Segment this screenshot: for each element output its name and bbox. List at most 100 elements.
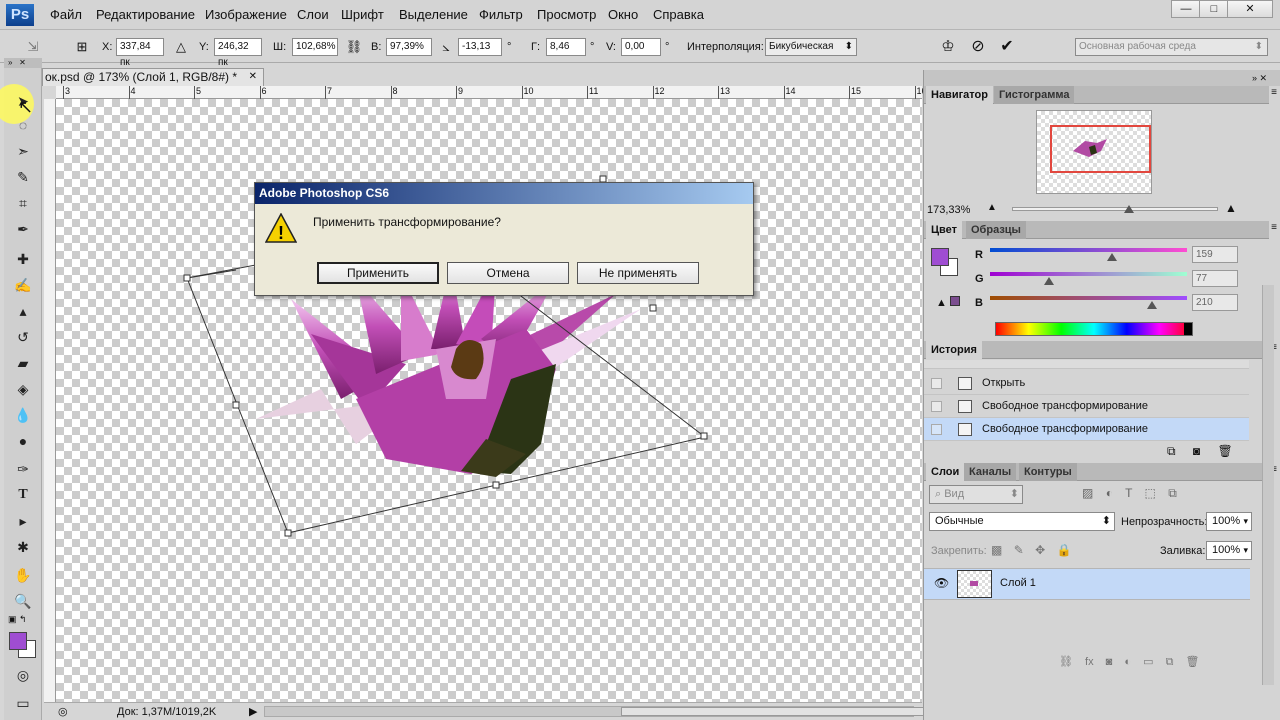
new-document-icon[interactable]: ⧉: [1167, 444, 1176, 458]
layer-style-icon[interactable]: fx: [1085, 656, 1094, 668]
default-colors-icon[interactable]: ▣ ↰: [8, 614, 27, 625]
type-filter-icon[interactable]: T: [1125, 486, 1132, 500]
green-value-field[interactable]: 77: [1192, 270, 1238, 287]
history-brush-checkbox[interactable]: [931, 378, 942, 389]
layer-filter-select[interactable]: ⌕ Вид ⬍: [929, 485, 1023, 504]
quick-mask-icon[interactable]: ◎: [10, 664, 36, 686]
eyedropper-tool-icon[interactable]: ✒: [10, 218, 36, 240]
status-arrow-icon[interactable]: ▶: [249, 705, 257, 718]
foreground-color-swatch[interactable]: [9, 632, 27, 650]
blue-value-field[interactable]: 210: [1192, 294, 1238, 311]
transform-handle[interactable]: [183, 274, 191, 282]
navigator-zoom-value[interactable]: 173,33%: [927, 204, 970, 216]
brush-tool-icon[interactable]: ✍: [10, 274, 36, 296]
close-tab-icon[interactable]: ✕: [249, 69, 257, 85]
scroll-thumb[interactable]: [621, 707, 941, 716]
apply-button[interactable]: Применить: [317, 262, 439, 284]
green-slider[interactable]: [990, 272, 1187, 276]
zoom-tool-icon[interactable]: 🔍: [10, 590, 36, 612]
menu-help[interactable]: Справка: [653, 7, 704, 22]
transform-handle[interactable]: [284, 529, 292, 537]
history-item-selected[interactable]: Свободное трансформирование: [924, 418, 1249, 441]
menu-select[interactable]: Выделение: [399, 7, 468, 22]
crop-tool-icon[interactable]: ⌗: [10, 192, 36, 214]
vskew-field[interactable]: 0,00: [621, 38, 661, 56]
transform-handle[interactable]: [232, 401, 240, 409]
gamut-warning-icon[interactable]: ▲: [936, 296, 960, 309]
document-tab[interactable]: ок.psd @ 173% (Слой 1, RGB/8#) * ✕: [42, 68, 264, 86]
hskew-field[interactable]: 8,46: [546, 38, 586, 56]
dont-apply-button[interactable]: Не применять: [577, 262, 699, 284]
height-field[interactable]: 97,39%: [386, 38, 432, 56]
tab-paths[interactable]: Контуры: [1019, 463, 1077, 481]
x-field[interactable]: 337,84 пк: [116, 38, 164, 68]
delete-layer-icon[interactable]: 🗑: [1185, 656, 1199, 668]
menu-image[interactable]: Изображение: [205, 7, 287, 22]
panel-scrollbar[interactable]: [1262, 285, 1274, 685]
menu-window[interactable]: Окно: [608, 7, 638, 22]
menu-layers[interactable]: Слои: [297, 7, 329, 22]
close-window-button[interactable]: ✕: [1227, 0, 1273, 18]
tab-channels[interactable]: Каналы: [964, 463, 1017, 481]
tab-history[interactable]: История: [926, 341, 982, 359]
blue-slider-thumb[interactable]: [1147, 301, 1157, 309]
zoom-slider-thumb[interactable]: [1124, 205, 1134, 213]
menu-file[interactable]: Файл: [50, 7, 82, 22]
layer-row[interactable]: 👁 Слой 1: [924, 568, 1250, 600]
eraser-tool-icon[interactable]: ▰: [10, 352, 36, 374]
panel-menu-icon[interactable]: ≡: [1271, 87, 1277, 98]
y-field[interactable]: 246,32 пк: [214, 38, 262, 68]
pixel-filter-icon[interactable]: ▨: [1082, 486, 1093, 500]
lasso-tool-icon[interactable]: ➣: [10, 140, 36, 162]
lock-transparent-icon[interactable]: ▩: [991, 543, 1002, 557]
commit-transform-icon[interactable]: ✔: [998, 38, 1016, 56]
trash-icon[interactable]: 🗑: [1218, 444, 1233, 458]
transform-handle[interactable]: [649, 304, 657, 312]
group-folder-icon[interactable]: ▭: [1143, 656, 1153, 668]
snapshot-camera-icon[interactable]: ◙: [1193, 444, 1200, 458]
adjustment-filter-icon[interactable]: ◐: [1106, 486, 1113, 500]
stamp-tool-icon[interactable]: ▴: [10, 300, 36, 322]
toolbox-grip-icon[interactable]: » ✕: [4, 58, 42, 68]
history-brush-icon[interactable]: ↺: [10, 326, 36, 348]
layer-name[interactable]: Слой 1: [1000, 577, 1036, 589]
type-tool-icon[interactable]: T: [10, 484, 36, 506]
chevron-down-icon[interactable]: ▾: [1243, 542, 1248, 559]
history-brush-checkbox[interactable]: [931, 424, 942, 435]
lock-pixels-icon[interactable]: ✎: [1014, 543, 1024, 557]
history-item[interactable]: Открыть: [924, 372, 1249, 395]
red-slider[interactable]: [990, 248, 1187, 252]
blend-mode-select[interactable]: Обычные ⬍: [929, 512, 1115, 531]
zoom-slider[interactable]: [1012, 207, 1218, 211]
hand-tool-icon[interactable]: ✋: [10, 564, 36, 586]
workspace-select[interactable]: Основная рабочая среда ⬍: [1075, 38, 1268, 56]
fill-field[interactable]: 100% ▾: [1206, 541, 1252, 560]
minimize-button[interactable]: —: [1171, 0, 1201, 18]
link-icon[interactable]: ⛓: [345, 38, 363, 56]
tab-layers[interactable]: Слои: [926, 463, 965, 481]
delta-icon[interactable]: △: [172, 38, 190, 56]
history-item[interactable]: Свободное трансформирование: [924, 395, 1249, 418]
reference-grid-icon[interactable]: ⊞: [73, 38, 91, 56]
dock-collapse-icon[interactable]: » ✕: [924, 70, 1280, 86]
screen-mode-icon[interactable]: ▭: [10, 692, 36, 714]
history-brush-checkbox[interactable]: [931, 401, 942, 412]
visibility-eye-icon[interactable]: 👁: [934, 576, 949, 590]
healing-brush-icon[interactable]: ✚: [10, 248, 36, 270]
layer-mask-icon[interactable]: ◙: [1106, 656, 1113, 668]
shape-filter-icon[interactable]: ⬚: [1145, 486, 1156, 500]
quick-select-tool-icon[interactable]: ✎: [10, 166, 36, 188]
pen-tool-icon[interactable]: ✑: [10, 458, 36, 480]
tab-swatches[interactable]: Образцы: [966, 221, 1026, 239]
zoom-out-icon[interactable]: ▲: [987, 202, 997, 213]
zoom-in-icon[interactable]: ▲: [1225, 201, 1237, 215]
blue-slider[interactable]: [990, 296, 1187, 300]
tab-histogram[interactable]: Гистограмма: [994, 86, 1075, 104]
panel-menu-icon[interactable]: ≡: [1271, 222, 1277, 233]
reference-point-icon[interactable]: ⇲: [24, 38, 42, 56]
menu-edit[interactable]: Редактирование: [96, 7, 195, 22]
tab-navigator[interactable]: Навигатор: [926, 86, 993, 104]
warp-icon[interactable]: ♔: [939, 38, 957, 56]
new-layer-icon[interactable]: ⧉: [1166, 656, 1174, 668]
transform-handle[interactable]: [492, 481, 500, 489]
